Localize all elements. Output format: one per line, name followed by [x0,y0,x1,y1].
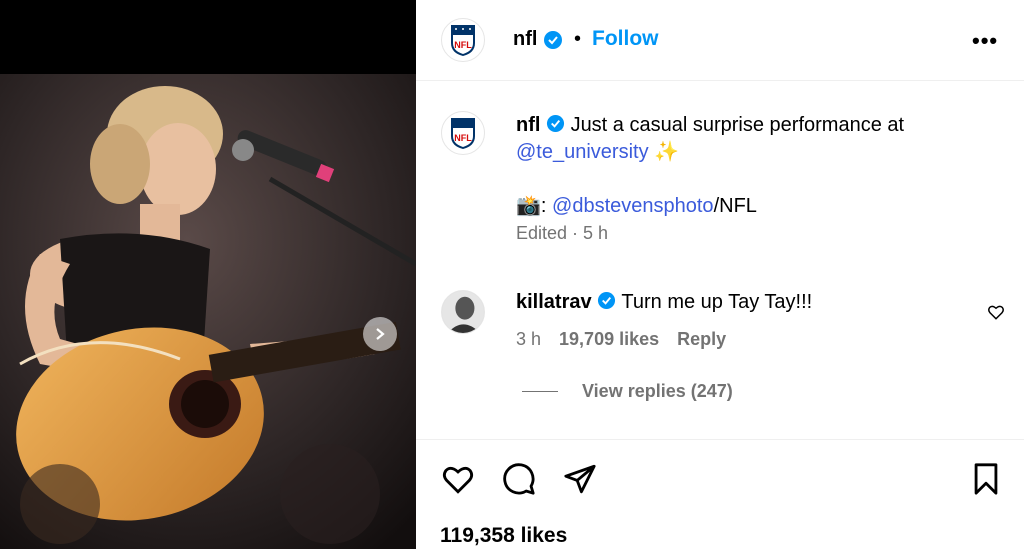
caption-suffix: /NFL [713,195,757,217]
post-photo [0,74,416,549]
comment-reply-button[interactable]: Reply [677,329,726,350]
nfl-logo-text: NFL [454,40,472,50]
header-username-wrap: nfl [513,28,563,51]
comment-text: Turn me up Tay Tay!!! [621,291,813,313]
nfl-logo: NFL [451,118,475,149]
verified-icon [546,114,565,133]
verified-icon [544,30,563,49]
post-caption: nfl Just a casual surprise performance a… [516,112,986,247]
more-options-button[interactable]: ••• [972,28,998,54]
post-panel: NFL nfl • Follow ••• NFL nfl Just a casu… [416,0,1024,549]
next-media-button[interactable] [363,317,397,351]
caption-avatar[interactable]: NFL [441,111,485,155]
verified-icon [598,291,616,310]
share-icon[interactable] [563,462,597,496]
nfl-logo: NFL [451,25,475,56]
heart-icon[interactable] [440,462,476,496]
header-username[interactable]: nfl [513,28,537,51]
nfl-avatar[interactable]: NFL [441,18,485,62]
follow-button[interactable]: Follow [592,27,659,51]
caption-username[interactable]: nfl [516,114,540,136]
mention-te-university[interactable]: @te_university [516,141,649,163]
replies-divider [522,391,558,392]
caption-meta: Edited · 5 h [516,223,609,243]
comment-time: 3 h [516,329,542,349]
mention-dbstevensphoto[interactable]: @dbstevensphoto [552,195,714,217]
heart-icon[interactable] [987,303,1005,321]
post-actions: 119,358 likes [416,439,1024,550]
nfl-logo-text: NFL [454,133,472,143]
bookmark-icon[interactable] [971,462,1001,496]
comment-icon[interactable] [502,462,536,496]
chevron-right-icon [376,328,385,340]
post-likes[interactable]: 119,358 likes [440,524,567,548]
post-header: NFL nfl • Follow ••• [416,0,1024,81]
view-replies-label: View replies (247) [582,381,733,401]
caption-colon: : [540,195,553,217]
commenter-avatar[interactable] [441,290,485,334]
view-replies-button[interactable]: View replies (247) [522,381,733,402]
comment-meta: 3 h 19,709 likes Reply [516,329,726,350]
caption-text: Just a casual surprise performance at [570,114,905,136]
avatar-photo [442,291,484,333]
comment-username[interactable]: killatrav [516,291,592,313]
sparkle-emoji: ✨ [654,141,680,163]
header-separator: • [574,28,582,50]
camera-emoji: 📸 [516,195,541,217]
post-media [0,0,416,549]
comment: killatrav Turn me up Tay Tay!!! [516,289,976,316]
comment-likes[interactable]: 19,709 likes [559,329,659,350]
